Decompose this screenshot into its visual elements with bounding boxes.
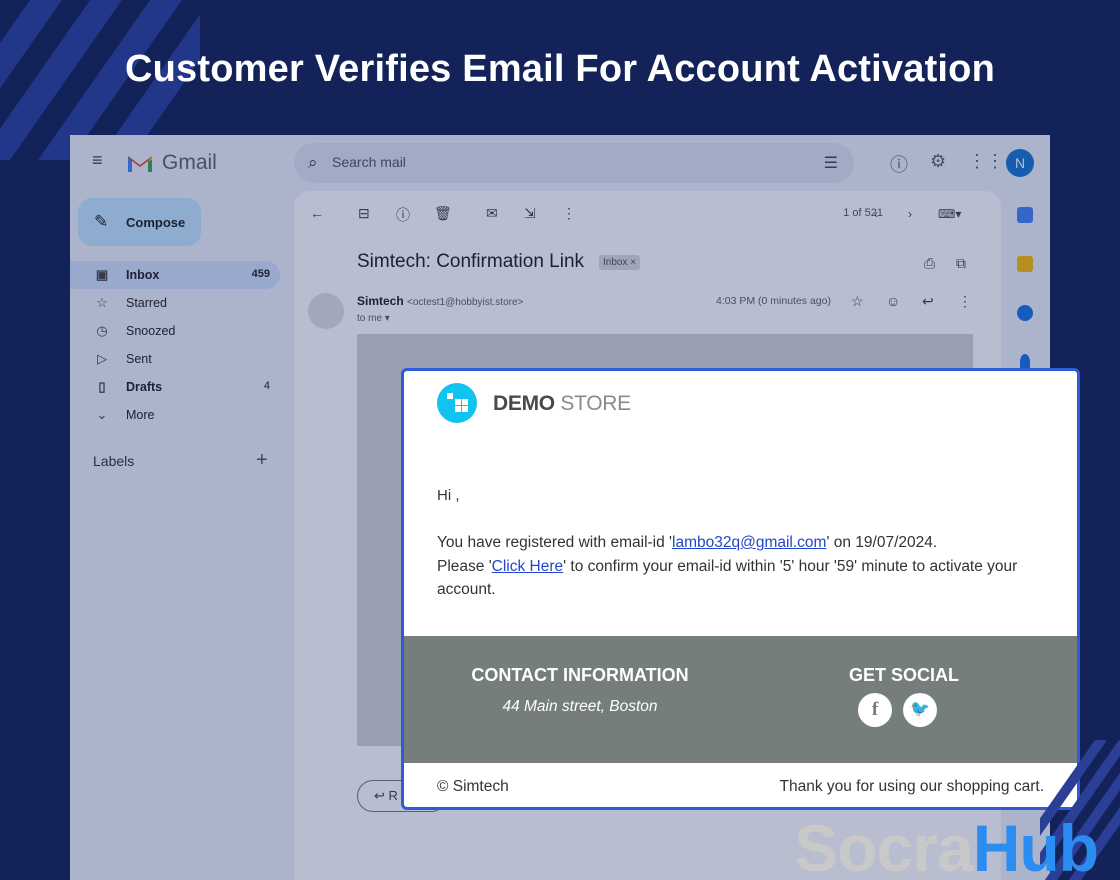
facebook-icon[interactable]: f — [858, 693, 892, 727]
demo-store-logo — [437, 383, 477, 423]
body-text-fragment: Please ' — [437, 557, 492, 575]
brand-part2: Hub — [972, 811, 1099, 880]
body-text-fragment: You have registered with email-id ' — [437, 534, 673, 551]
store-name-light: STORE — [560, 392, 631, 415]
thank-you-text: Thank you for using our shopping cart. — [779, 778, 1044, 795]
copyright-text: © Simtech — [437, 778, 509, 795]
store-name-bold: DEMO — [493, 392, 555, 415]
page-headline: Customer Verifies Email For Account Acti… — [124, 48, 996, 90]
registered-email-link[interactable]: lambo32q@gmail.com — [672, 534, 826, 551]
contact-address: 44 Main street, Boston — [502, 698, 658, 715]
get-social-heading: GET SOCIAL — [848, 665, 959, 685]
twitter-icon[interactable]: 🐦 — [903, 693, 937, 727]
socrahub-logo: SocraHub — [794, 810, 1099, 880]
email-preview-card: DEMO STORE Hi , You have registered with… — [401, 368, 1080, 810]
store-name: DEMO STORE — [493, 392, 631, 416]
email-greeting: Hi , — [437, 487, 460, 504]
brand-part1: Socra — [794, 811, 973, 880]
confirm-click-here-link[interactable]: Click Here — [492, 558, 563, 575]
body-text-fragment: ' on 19/07/2024. — [826, 534, 938, 551]
contact-info-heading: CONTACT INFORMATION — [471, 665, 689, 685]
email-body-text: You have registered with email-id 'lambo… — [437, 531, 1047, 602]
